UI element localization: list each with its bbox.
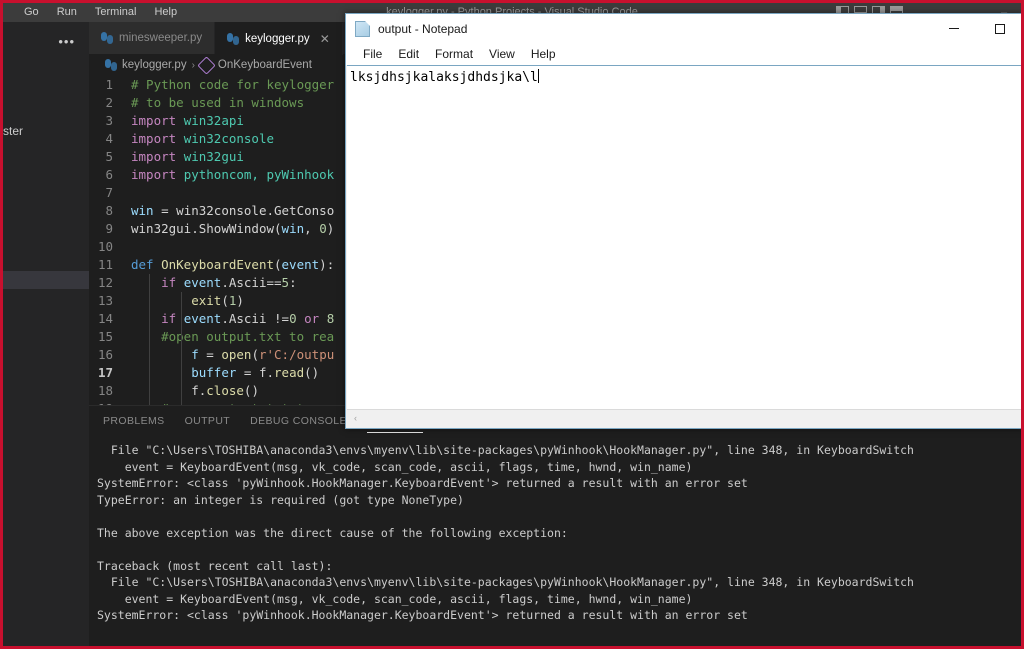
menu-item-go[interactable]: Go <box>15 3 48 22</box>
terminal-output[interactable]: File "C:\Users\TOSHIBA\anaconda3\envs\my… <box>89 436 1021 646</box>
line-number: 9 <box>105 221 113 236</box>
code-text: f = open(r'C:/outpu <box>191 347 335 362</box>
code-text: win = win32console.GetConso <box>131 203 335 218</box>
notepad-title: output - Notepad <box>378 21 468 36</box>
indent-guide <box>181 292 182 406</box>
minimize-icon <box>949 28 959 29</box>
notepad-app-icon <box>355 20 370 37</box>
code-text: buffer = f.read() <box>191 365 320 380</box>
panel-tab-problems[interactable]: PROBLEMS <box>103 406 165 436</box>
tab-label: keylogger.py <box>245 33 310 45</box>
code-text: f.close() <box>191 383 259 398</box>
notepad-minimize-button[interactable] <box>931 14 977 43</box>
line-number: 14 <box>97 311 113 326</box>
code-text: win32gui.ShowWindow(win, 0) <box>131 221 335 236</box>
chevron-right-icon: › <box>191 59 195 71</box>
menu-item-terminal[interactable]: Terminal <box>86 3 146 22</box>
notepad-text-value: lksjdhsjkalaksjdhdsjka\l <box>350 70 538 85</box>
menu-item-help[interactable]: Help <box>145 3 186 22</box>
notepad-text-content[interactable]: lksjdhsjkalaksjdhdsjka\l <box>347 66 541 85</box>
python-file-icon <box>227 33 240 45</box>
vscode-menu-bar[interactable]: Go Run Terminal Help <box>3 3 186 22</box>
line-number: 18 <box>97 383 113 398</box>
notepad-menu-bar[interactable]: File Edit Format View Help <box>346 43 1023 65</box>
code-text: import win32api <box>131 113 244 128</box>
tab-label: minesweeper.py <box>119 32 203 44</box>
notepad-horizontal-scrollbar[interactable]: ‹ <box>347 409 1022 427</box>
line-number: 11 <box>97 257 113 272</box>
notepad-menu-help[interactable]: Help <box>523 43 564 65</box>
scroll-left-icon[interactable]: ‹ <box>347 410 364 427</box>
python-file-icon <box>105 59 117 71</box>
menu-item-run[interactable]: Run <box>48 3 86 22</box>
sidebar[interactable]: ••• ster <box>3 22 89 646</box>
code-text: if event.Ascii==5: <box>161 275 297 290</box>
line-number: 7 <box>105 185 113 200</box>
line-number: 8 <box>105 203 113 218</box>
notepad-menu-format[interactable]: Format <box>427 43 481 65</box>
symbol-method-icon <box>197 55 216 75</box>
code-text: exit(1) <box>191 293 244 308</box>
line-number: 12 <box>97 275 113 290</box>
text-caret <box>537 69 539 83</box>
code-text: def OnKeyboardEvent(event): <box>131 257 335 272</box>
line-number: 10 <box>97 239 113 254</box>
line-number: 13 <box>97 293 113 308</box>
line-number: 1 <box>105 77 113 92</box>
code-text: # to be used in windows <box>131 95 305 110</box>
notepad-maximize-button[interactable] <box>977 14 1023 43</box>
panel-tab-output[interactable]: OUTPUT <box>185 406 231 436</box>
line-number: 5 <box>105 149 113 164</box>
tab-keylogger-py[interactable]: keylogger.py ✕ <box>215 22 343 55</box>
sidebar-selected-row[interactable] <box>3 271 89 289</box>
code-text: import win32console <box>131 131 274 146</box>
breadcrumb-symbol[interactable]: OnKeyboardEvent <box>218 59 312 71</box>
notepad-title-bar[interactable]: output - Notepad <box>346 14 1023 43</box>
line-number: 6 <box>105 167 113 182</box>
line-number: 3 <box>105 113 113 128</box>
close-icon[interactable]: ✕ <box>320 32 330 46</box>
indent-guide <box>149 274 150 406</box>
panel-tab-debug-console[interactable]: DEBUG CONSOLE <box>250 406 347 436</box>
notepad-menu-file[interactable]: File <box>355 43 390 65</box>
notepad-window-buttons[interactable] <box>931 14 1023 43</box>
sidebar-item-label[interactable]: ster <box>3 124 23 138</box>
notepad-menu-edit[interactable]: Edit <box>390 43 427 65</box>
line-number: 4 <box>105 131 113 146</box>
screen-root: Go Run Terminal Help keylogger.py - Pyth… <box>0 0 1024 649</box>
code-text: if event.Ascii !=0 or 8 <box>161 311 335 326</box>
line-number: 17 <box>97 365 113 380</box>
bottom-panel: PROBLEMS OUTPUT DEBUG CONSOLE TERMINAL J… <box>89 405 1021 646</box>
python-file-icon <box>101 32 113 44</box>
code-text: # Python code for keylogger <box>131 77 335 92</box>
sidebar-more-actions-icon[interactable]: ••• <box>58 34 75 49</box>
line-number: 2 <box>105 95 113 110</box>
line-number: 15 <box>97 329 113 344</box>
line-number: 16 <box>97 347 113 362</box>
code-text: #open output.txt to rea <box>131 329 335 344</box>
maximize-icon <box>995 23 1005 34</box>
code-text: import win32gui <box>131 149 244 164</box>
notepad-window[interactable]: output - Notepad File Edit Format View H… <box>345 13 1024 429</box>
tab-minesweeper-py[interactable]: minesweeper.py <box>89 22 216 54</box>
notepad-menu-view[interactable]: View <box>481 43 523 65</box>
notepad-text-area[interactable]: lksjdhsjkalaksjdhdsjka\l <box>347 65 1022 410</box>
breadcrumb-file[interactable]: keylogger.py <box>122 59 187 71</box>
code-text: import pythoncom, pyWinhook <box>131 167 335 182</box>
